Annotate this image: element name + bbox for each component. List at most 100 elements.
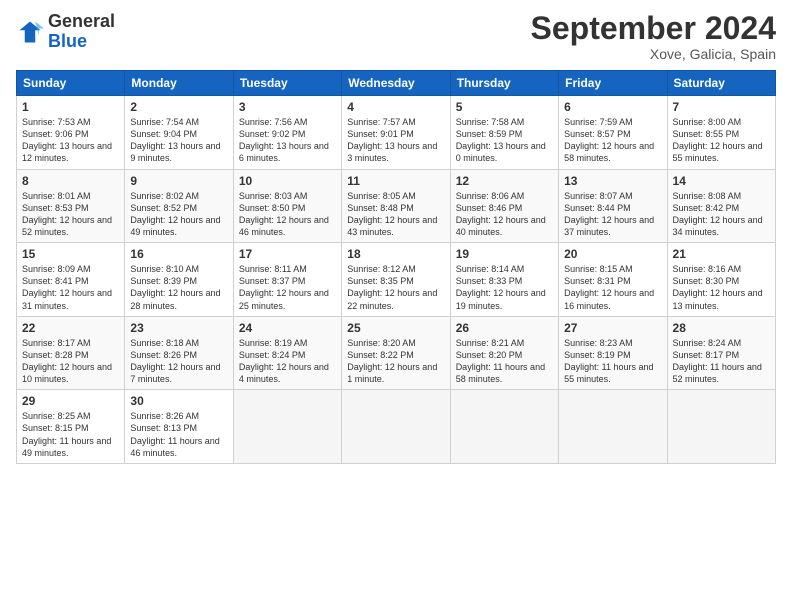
calendar-cell: [559, 390, 667, 464]
weekday-tuesday: Tuesday: [233, 71, 341, 96]
day-info: Sunrise: 8:09 AMSunset: 8:41 PMDaylight:…: [22, 263, 119, 312]
day-number: 19: [456, 247, 553, 261]
day-info: Sunrise: 8:05 AMSunset: 8:48 PMDaylight:…: [347, 190, 444, 239]
calendar-cell: 6 Sunrise: 7:59 AMSunset: 8:57 PMDaylight…: [559, 96, 667, 170]
day-info: Sunrise: 8:00 AMSunset: 8:55 PMDaylight:…: [673, 116, 770, 165]
day-info: Sunrise: 8:26 AMSunset: 8:13 PMDaylight:…: [130, 410, 227, 459]
day-number: 8: [22, 174, 119, 188]
weekday-thursday: Thursday: [450, 71, 558, 96]
day-info: Sunrise: 8:15 AMSunset: 8:31 PMDaylight:…: [564, 263, 661, 312]
calendar-cell: [342, 390, 450, 464]
day-number: 26: [456, 321, 553, 335]
calendar-cell: 1 Sunrise: 7:53 AMSunset: 9:06 PMDaylight…: [17, 96, 125, 170]
calendar-cell: 23 Sunrise: 8:18 AMSunset: 8:26 PMDayligh…: [125, 316, 233, 390]
logo-blue: Blue: [48, 31, 87, 51]
day-number: 30: [130, 394, 227, 408]
day-number: 20: [564, 247, 661, 261]
day-info: Sunrise: 8:20 AMSunset: 8:22 PMDaylight:…: [347, 337, 444, 386]
logo-icon: [16, 18, 44, 46]
day-number: 24: [239, 321, 336, 335]
day-number: 6: [564, 100, 661, 114]
weekday-wednesday: Wednesday: [342, 71, 450, 96]
day-info: Sunrise: 8:10 AMSunset: 8:39 PMDaylight:…: [130, 263, 227, 312]
day-number: 10: [239, 174, 336, 188]
calendar-cell: 10 Sunrise: 8:03 AMSunset: 8:50 PMDayligh…: [233, 169, 341, 243]
calendar-cell: 27 Sunrise: 8:23 AMSunset: 8:19 PMDayligh…: [559, 316, 667, 390]
day-info: Sunrise: 8:25 AMSunset: 8:15 PMDaylight:…: [22, 410, 119, 459]
day-number: 21: [673, 247, 770, 261]
weekday-saturday: Saturday: [667, 71, 775, 96]
day-number: 4: [347, 100, 444, 114]
day-info: Sunrise: 8:18 AMSunset: 8:26 PMDaylight:…: [130, 337, 227, 386]
weekday-header-row: SundayMondayTuesdayWednesdayThursdayFrid…: [17, 71, 776, 96]
calendar-cell: 29Sunrise: 8:25 AMSunset: 8:15 PMDayligh…: [17, 390, 125, 464]
day-info: Sunrise: 7:53 AMSunset: 9:06 PMDaylight:…: [22, 116, 119, 165]
calendar-cell: 30 Sunrise: 8:26 AMSunset: 8:13 PMDayligh…: [125, 390, 233, 464]
calendar-cell: 12 Sunrise: 8:06 AMSunset: 8:46 PMDayligh…: [450, 169, 558, 243]
calendar-cell: 15 Sunrise: 8:09 AMSunset: 8:41 PMDayligh…: [17, 243, 125, 317]
title-section: September 2024 Xove, Galicia, Spain: [531, 12, 776, 62]
day-info: Sunrise: 8:16 AMSunset: 8:30 PMDaylight:…: [673, 263, 770, 312]
weekday-monday: Monday: [125, 71, 233, 96]
calendar-cell: [450, 390, 558, 464]
logo: General Blue: [16, 12, 115, 52]
day-number: 27: [564, 321, 661, 335]
day-info: Sunrise: 7:56 AMSunset: 9:02 PMDaylight:…: [239, 116, 336, 165]
calendar-cell: 3 Sunrise: 7:56 AMSunset: 9:02 PMDaylight…: [233, 96, 341, 170]
day-info: Sunrise: 7:54 AMSunset: 9:04 PMDaylight:…: [130, 116, 227, 165]
day-info: Sunrise: 8:07 AMSunset: 8:44 PMDaylight:…: [564, 190, 661, 239]
calendar-cell: 21 Sunrise: 8:16 AMSunset: 8:30 PMDayligh…: [667, 243, 775, 317]
day-number: 2: [130, 100, 227, 114]
day-info: Sunrise: 8:12 AMSunset: 8:35 PMDaylight:…: [347, 263, 444, 312]
logo-text: General Blue: [48, 12, 115, 52]
day-number: 22: [22, 321, 119, 335]
calendar-cell: 18Sunrise: 8:12 AMSunset: 8:35 PMDayligh…: [342, 243, 450, 317]
day-number: 9: [130, 174, 227, 188]
calendar-cell: 17Sunrise: 8:11 AMSunset: 8:37 PMDayligh…: [233, 243, 341, 317]
calendar-cell: 24Sunrise: 8:19 AMSunset: 8:24 PMDayligh…: [233, 316, 341, 390]
day-number: 16: [130, 247, 227, 261]
logo-general: General: [48, 11, 115, 31]
day-info: Sunrise: 8:06 AMSunset: 8:46 PMDaylight:…: [456, 190, 553, 239]
weekday-sunday: Sunday: [17, 71, 125, 96]
day-number: 7: [673, 100, 770, 114]
calendar-cell: 13Sunrise: 8:07 AMSunset: 8:44 PMDayligh…: [559, 169, 667, 243]
day-info: Sunrise: 8:02 AMSunset: 8:52 PMDaylight:…: [130, 190, 227, 239]
day-number: 14: [673, 174, 770, 188]
calendar-cell: [667, 390, 775, 464]
calendar-cell: 9 Sunrise: 8:02 AMSunset: 8:52 PMDaylight…: [125, 169, 233, 243]
day-info: Sunrise: 7:58 AMSunset: 8:59 PMDaylight:…: [456, 116, 553, 165]
day-info: Sunrise: 7:59 AMSunset: 8:57 PMDaylight:…: [564, 116, 661, 165]
day-info: Sunrise: 8:17 AMSunset: 8:28 PMDaylight:…: [22, 337, 119, 386]
calendar-cell: 5Sunrise: 7:58 AMSunset: 8:59 PMDaylight…: [450, 96, 558, 170]
day-info: Sunrise: 8:01 AMSunset: 8:53 PMDaylight:…: [22, 190, 119, 239]
day-info: Sunrise: 8:23 AMSunset: 8:19 PMDaylight:…: [564, 337, 661, 386]
calendar-cell: 8 Sunrise: 8:01 AMSunset: 8:53 PMDaylight…: [17, 169, 125, 243]
day-number: 3: [239, 100, 336, 114]
calendar-cell: 4Sunrise: 7:57 AMSunset: 9:01 PMDaylight…: [342, 96, 450, 170]
day-number: 25: [347, 321, 444, 335]
calendar-cell: 16 Sunrise: 8:10 AMSunset: 8:39 PMDayligh…: [125, 243, 233, 317]
day-number: 12: [456, 174, 553, 188]
day-number: 23: [130, 321, 227, 335]
calendar-table: SundayMondayTuesdayWednesdayThursdayFrid…: [16, 70, 776, 464]
week-row-3: 15 Sunrise: 8:09 AMSunset: 8:41 PMDayligh…: [17, 243, 776, 317]
calendar-cell: 7 Sunrise: 8:00 AMSunset: 8:55 PMDaylight…: [667, 96, 775, 170]
calendar-cell: 14 Sunrise: 8:08 AMSunset: 8:42 PMDayligh…: [667, 169, 775, 243]
day-number: 11: [347, 174, 444, 188]
day-info: Sunrise: 8:03 AMSunset: 8:50 PMDaylight:…: [239, 190, 336, 239]
day-info: Sunrise: 8:21 AMSunset: 8:20 PMDaylight:…: [456, 337, 553, 386]
day-info: Sunrise: 8:08 AMSunset: 8:42 PMDaylight:…: [673, 190, 770, 239]
calendar-cell: 22 Sunrise: 8:17 AMSunset: 8:28 PMDayligh…: [17, 316, 125, 390]
calendar-cell: [233, 390, 341, 464]
day-info: Sunrise: 8:24 AMSunset: 8:17 PMDaylight:…: [673, 337, 770, 386]
calendar-cell: 28 Sunrise: 8:24 AMSunset: 8:17 PMDayligh…: [667, 316, 775, 390]
day-number: 15: [22, 247, 119, 261]
day-info: Sunrise: 8:14 AMSunset: 8:33 PMDaylight:…: [456, 263, 553, 312]
day-number: 28: [673, 321, 770, 335]
week-row-4: 22 Sunrise: 8:17 AMSunset: 8:28 PMDayligh…: [17, 316, 776, 390]
header: General Blue September 2024 Xove, Galici…: [16, 12, 776, 62]
calendar-cell: 19 Sunrise: 8:14 AMSunset: 8:33 PMDayligh…: [450, 243, 558, 317]
day-number: 1: [22, 100, 119, 114]
weekday-friday: Friday: [559, 71, 667, 96]
